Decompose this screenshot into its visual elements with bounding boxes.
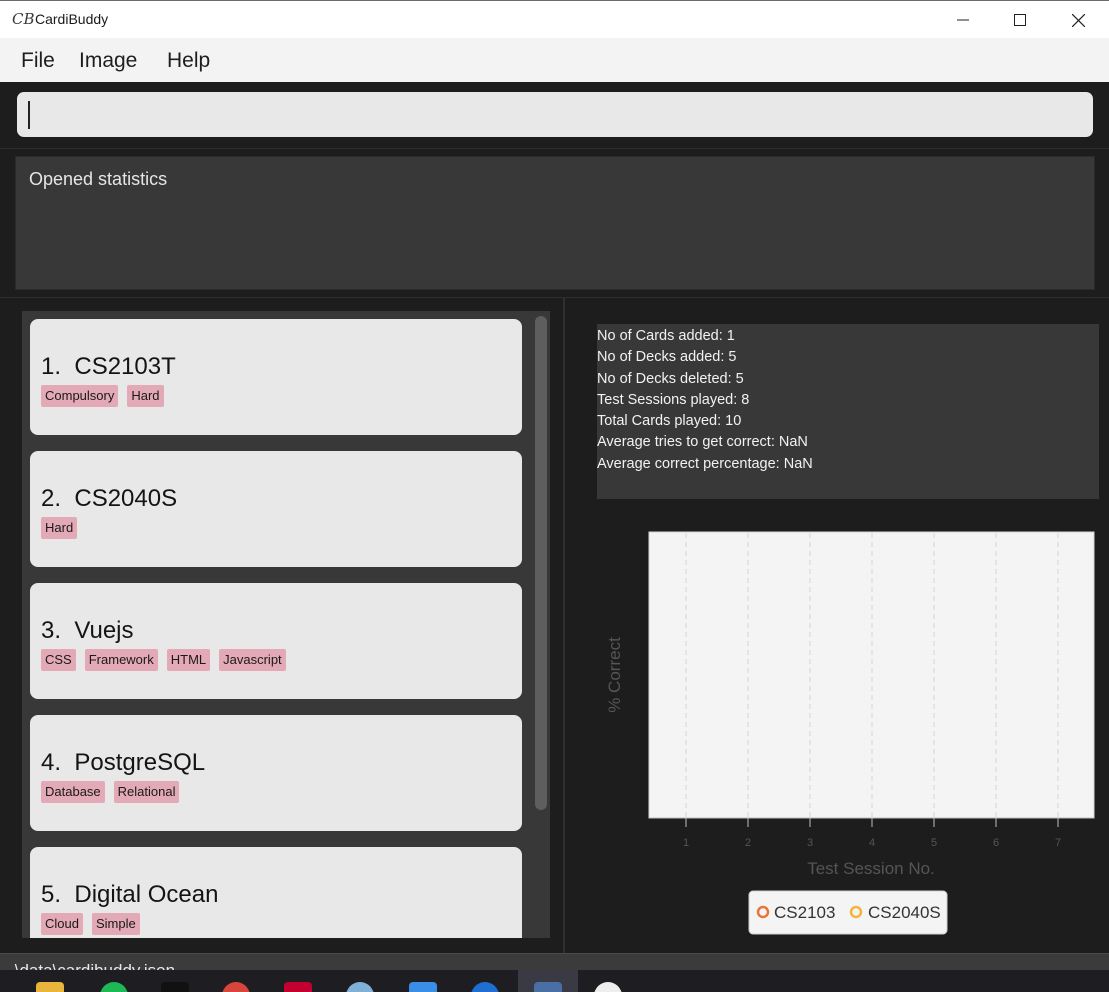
x-tick-label: 6 bbox=[993, 837, 999, 849]
paint-icon[interactable] bbox=[346, 982, 374, 992]
stat-average-tries: Average tries to get correct: NaN bbox=[597, 434, 808, 451]
command-area bbox=[0, 82, 1109, 148]
menu-bar: File Image Help bbox=[0, 38, 1109, 82]
deck-tag: Hard bbox=[41, 517, 78, 539]
java-app-icon[interactable] bbox=[534, 982, 562, 992]
deck-tags: CSS Framework HTML Javascript bbox=[41, 649, 286, 671]
plot-area bbox=[648, 531, 1095, 819]
spotify-icon[interactable] bbox=[100, 982, 128, 992]
deck-title: 4. PostgreSQL bbox=[41, 749, 206, 776]
correct-percentage-chart: 1 2 3 4 5 6 7 % Correct Test Session No. CS210… bbox=[605, 531, 1095, 935]
app-icon: CB bbox=[12, 10, 35, 28]
zoom-icon[interactable] bbox=[409, 982, 437, 992]
command-input[interactable] bbox=[17, 92, 1093, 137]
deck-card[interactable]: 5. Digital Ocean Cloud Simple bbox=[30, 847, 522, 938]
active-app-highlight bbox=[518, 970, 578, 992]
statistics-panel: No of Cards added: 1 No of Decks added: … bbox=[597, 324, 1099, 499]
stat-cards-played: Total Cards played: 10 bbox=[597, 413, 742, 430]
deck-tags: Cloud Simple bbox=[41, 913, 140, 935]
edge-icon[interactable] bbox=[471, 982, 499, 992]
deck-tag: Hard bbox=[127, 385, 164, 407]
deck-tag: HTML bbox=[166, 649, 211, 671]
deck-card[interactable]: 4. PostgreSQL Database Relational bbox=[30, 715, 522, 831]
x-tick-label: 4 bbox=[869, 837, 875, 849]
stat-sessions-played: Test Sessions played: 8 bbox=[597, 391, 750, 408]
list-scrollbar[interactable] bbox=[532, 311, 550, 938]
y-axis-label: % Correct bbox=[605, 637, 624, 713]
result-area: Opened statistics bbox=[0, 148, 1109, 298]
deck-tag: Javascript bbox=[219, 649, 286, 671]
deck-card[interactable]: 3. Vuejs CSS Framework HTML Javascript bbox=[30, 583, 522, 699]
stat-cards-added: No of Cards added: 1 bbox=[597, 328, 735, 344]
window-title: CardiBuddy bbox=[35, 11, 109, 27]
minimize-icon bbox=[957, 19, 969, 21]
x-tick-label: 2 bbox=[745, 837, 751, 849]
scrollbar-thumb[interactable] bbox=[535, 316, 547, 810]
maximize-button[interactable] bbox=[991, 1, 1049, 39]
file-explorer-icon[interactable] bbox=[36, 982, 64, 992]
deck-tag: Cloud bbox=[41, 913, 83, 935]
status-bar: .\data\cardibuddy.json bbox=[0, 953, 1109, 971]
menu-file[interactable]: File bbox=[21, 49, 55, 73]
deck-title: 5. Digital Ocean bbox=[41, 881, 219, 908]
x-axis-label: Test Session No. bbox=[807, 859, 935, 878]
taskbar bbox=[0, 970, 1109, 992]
netflix-icon[interactable] bbox=[161, 982, 189, 992]
legend: CS2103 CS2040S bbox=[748, 890, 948, 935]
menu-image[interactable]: Image bbox=[79, 49, 137, 73]
angular-icon[interactable] bbox=[284, 982, 312, 992]
x-tick-label: 3 bbox=[807, 837, 813, 849]
close-button[interactable] bbox=[1049, 1, 1107, 39]
maximize-icon bbox=[1014, 14, 1026, 26]
x-ticks: 1 2 3 4 5 6 7 bbox=[683, 818, 1061, 849]
x-tick-label: 7 bbox=[1055, 837, 1061, 849]
deck-tag: Framework bbox=[84, 649, 158, 671]
deck-tags: Hard bbox=[41, 517, 78, 539]
legend-label-cs2040s: CS2040S bbox=[868, 903, 941, 922]
x-tick-label: 1 bbox=[683, 837, 689, 849]
title-bar: CB CardiBuddy bbox=[0, 0, 1109, 38]
menu-help[interactable]: Help bbox=[167, 49, 210, 73]
deck-title: 1. CS2103T bbox=[41, 353, 176, 380]
deck-card[interactable]: 2. CS2040S Hard bbox=[30, 451, 522, 567]
panel-divider bbox=[563, 298, 565, 953]
deck-tag: CSS bbox=[41, 649, 76, 671]
deck-card[interactable]: 1. CS2103T Compulsory Hard bbox=[30, 319, 522, 435]
stat-decks-deleted: No of Decks deleted: 5 bbox=[597, 370, 744, 387]
result-display: Opened statistics bbox=[15, 156, 1095, 290]
deck-tag: Compulsory bbox=[41, 385, 119, 407]
deck-tag: Database bbox=[41, 781, 105, 803]
legend-label-cs2103: CS2103 bbox=[774, 903, 835, 922]
deck-tag: Simple bbox=[91, 913, 140, 935]
deck-tags: Database Relational bbox=[41, 781, 180, 803]
minimize-button[interactable] bbox=[934, 1, 992, 39]
result-message: Opened statistics bbox=[29, 169, 168, 189]
close-icon bbox=[1071, 13, 1085, 27]
stat-decks-added: No of Decks added: 5 bbox=[597, 349, 737, 366]
stat-average-correct: Average correct percentage: NaN bbox=[597, 455, 813, 472]
deck-list[interactable]: 1. CS2103T Compulsory Hard 2. CS2040S Ha… bbox=[22, 311, 550, 938]
app-icon-taskbar[interactable] bbox=[594, 982, 622, 992]
x-tick-label: 5 bbox=[931, 837, 937, 849]
deck-tags: Compulsory Hard bbox=[41, 385, 164, 407]
deck-tag: Relational bbox=[113, 781, 180, 803]
deck-title: 2. CS2040S bbox=[41, 485, 178, 512]
chrome-icon[interactable] bbox=[222, 982, 250, 992]
text-caret bbox=[28, 101, 30, 129]
deck-title: 3. Vuejs bbox=[41, 617, 134, 644]
